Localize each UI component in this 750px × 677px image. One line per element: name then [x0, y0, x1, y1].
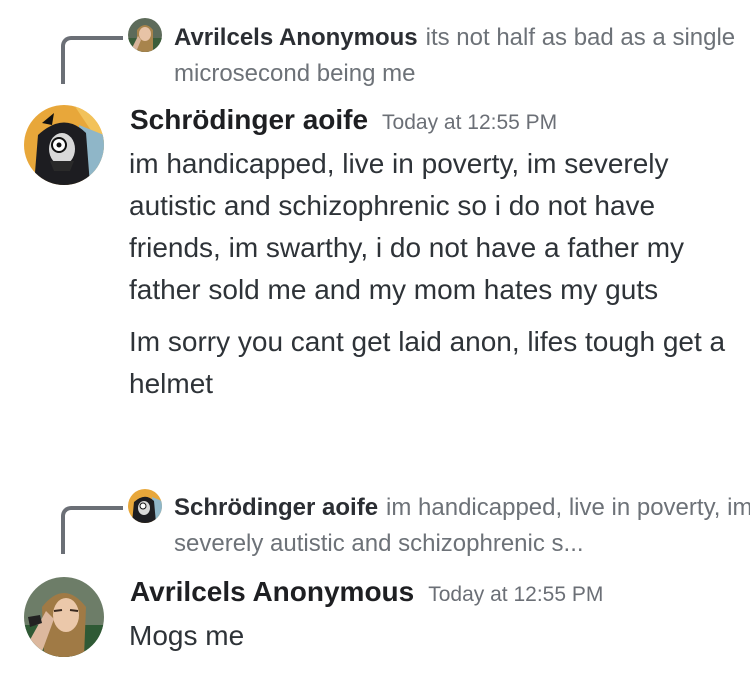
message-paragraph: im handicapped, live in poverty, im seve… — [129, 148, 685, 305]
avril-avatar-icon[interactable] — [24, 577, 104, 657]
message-content: Mogs me — [129, 615, 729, 657]
reply-preview[interactable]: Avrilcels Anonymous its not half as bad a… — [174, 20, 750, 92]
reply-preview[interactable]: Schrödinger aoife im handicapped, live in… — [174, 490, 750, 562]
masked-figure-avatar-icon[interactable] — [24, 105, 104, 185]
timestamp[interactable]: Today at 12:55 PM — [382, 111, 557, 134]
author-name[interactable]: Avrilcels Anonymous — [130, 576, 414, 607]
message-content: im handicapped, live in poverty, im seve… — [129, 143, 729, 405]
message-header: Avrilcels Anonymous Today at 12:55 PM — [130, 576, 603, 608]
reply-author-name[interactable]: Avrilcels Anonymous — [174, 24, 418, 51]
message-paragraph: Im sorry you cant get laid anon, lifes t… — [129, 326, 726, 399]
author-name[interactable]: Schrödinger aoife — [130, 104, 368, 135]
message-header: Schrödinger aoife Today at 12:55 PM — [130, 104, 557, 136]
masked-figure-avatar-icon[interactable] — [128, 489, 162, 523]
avril-avatar-icon[interactable] — [128, 18, 162, 52]
reply-connector — [61, 36, 123, 84]
reply-author-name[interactable]: Schrödinger aoife — [174, 494, 378, 521]
message-paragraph: Mogs me — [129, 620, 245, 651]
reply-connector — [61, 506, 123, 554]
timestamp[interactable]: Today at 12:55 PM — [428, 583, 603, 606]
